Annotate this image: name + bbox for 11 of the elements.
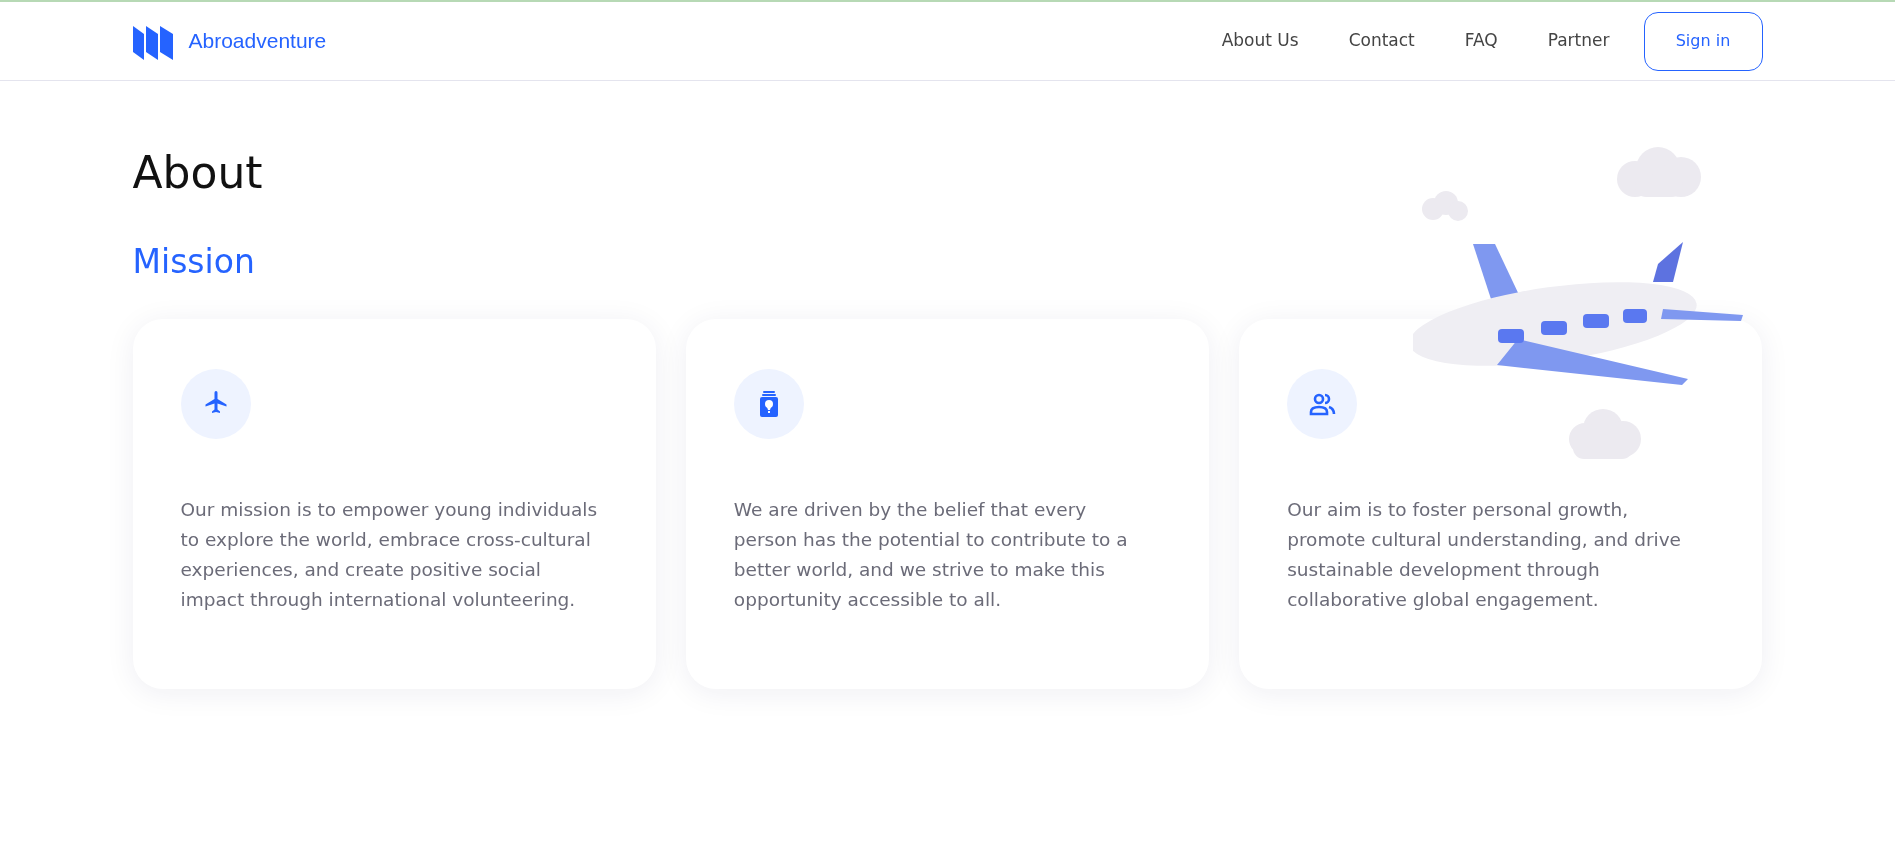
section-title: Mission: [132, 241, 256, 282]
sign-in-button[interactable]: Sign in: [1643, 11, 1763, 71]
nav-link[interactable]: FAQ: [1464, 28, 1498, 54]
brand-name[interactable]: Abroadventure: [188, 25, 327, 57]
nav-link[interactable]: About Us: [1221, 28, 1299, 54]
card-text: We are driven by the belief that every person has the potential to contribute to a better world, and we strive to make this opportunity accessible to all.: [733, 498, 1129, 613]
nav-link[interactable]: Partner: [1547, 28, 1610, 54]
page-title: About: [132, 147, 264, 200]
card-text: Our mission is to empower young individuals to explore the world, embrace cross-cultural experiences, and create positive social impact through international volunteering.: [180, 498, 599, 613]
card-text: Our aim is to foster personal growth, promote cultural understanding, and drive sustainable development through collaborative global engagement.: [1287, 498, 1682, 613]
nav-link[interactable]: Contact: [1348, 28, 1415, 54]
